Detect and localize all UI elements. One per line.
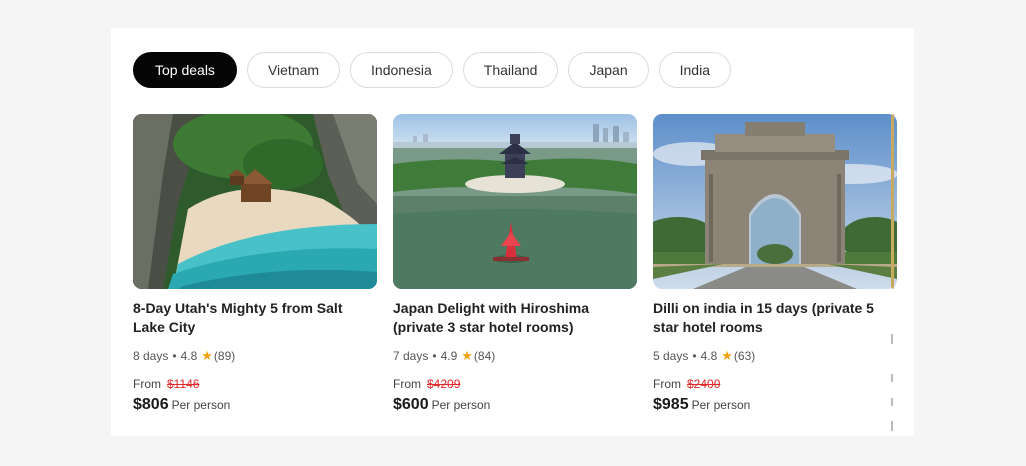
separator-dot: • [172, 349, 177, 363]
deal-review-count: (89) [213, 349, 236, 363]
tab-vietnam[interactable]: Vietnam [246, 52, 341, 88]
deal-meta: 5 days • 4.8 ★ (63) [653, 348, 897, 364]
deal-rating: 4.9 [440, 349, 458, 363]
price-unit: Per person [691, 398, 751, 412]
star-icon: ★ [461, 348, 473, 363]
tab-label: Vietnam [267, 62, 320, 78]
tab-thailand[interactable]: Thailand [462, 52, 559, 88]
deal-review-count: (84) [473, 349, 496, 363]
price-unit: Per person [431, 398, 491, 412]
japan-lake-pagoda-image[interactable] [393, 114, 637, 289]
deal-price-line: $806 Per person [133, 396, 377, 414]
deal-price-line: $600 Per person [393, 396, 637, 414]
price-unit: Per person [171, 398, 231, 412]
original-price: $2400 [687, 377, 721, 391]
tab-indonesia[interactable]: Indonesia [350, 52, 453, 88]
deals-panel: Top deals Vietnam Indonesia Thailand Jap… [111, 28, 914, 436]
star-icon: ★ [201, 348, 213, 363]
separator-dot: • [692, 349, 697, 363]
deal-price: $985 [653, 396, 689, 413]
deal-from-line: From $2400 [653, 377, 897, 391]
deal-meta: 7 days • 4.9 ★ (84) [393, 348, 637, 364]
star-icon: ★ [721, 348, 733, 363]
from-label: From [133, 377, 161, 391]
deal-card-utah[interactable]: 8-Day Utah's Mighty 5 from Salt Lake Cit… [133, 114, 377, 414]
deal-rating: 4.8 [180, 349, 198, 363]
original-price: $1146 [167, 377, 200, 391]
deal-title[interactable]: 8-Day Utah's Mighty 5 from Salt Lake Cit… [133, 299, 369, 337]
next-card-peek-text [891, 374, 893, 382]
next-card-peek[interactable] [891, 114, 894, 289]
deal-duration: 7 days [393, 349, 429, 363]
deal-meta: 8 days • 4.8 ★ (89) [133, 348, 377, 364]
deal-card-japan[interactable]: Japan Delight with Hiroshima (private 3 … [393, 114, 637, 414]
india-gate-image[interactable] [653, 114, 897, 289]
tab-label: Top deals [155, 62, 215, 78]
deal-title[interactable]: Japan Delight with Hiroshima (private 3 … [393, 299, 629, 337]
tab-label: Thailand [483, 62, 538, 78]
separator-dot: • [432, 349, 437, 363]
tab-label: Indonesia [371, 62, 432, 78]
from-label: From [653, 377, 681, 391]
tab-label: India [679, 62, 710, 78]
destination-tabs: Top deals Vietnam Indonesia Thailand Jap… [133, 52, 731, 88]
deal-card-india[interactable]: Dilli on india in 15 days (private 5 sta… [653, 114, 897, 414]
deal-from-line: From $1146 [133, 377, 377, 391]
deal-price: $806 [133, 396, 169, 413]
next-card-peek-text [891, 421, 893, 431]
tropical-beach-huts-image[interactable] [133, 114, 377, 289]
tab-india[interactable]: India [658, 52, 731, 88]
tab-top-deals[interactable]: Top deals [133, 52, 237, 88]
from-label: From [393, 377, 421, 391]
tab-label: Japan [589, 62, 628, 78]
deal-cards: 8-Day Utah's Mighty 5 from Salt Lake Cit… [133, 114, 914, 424]
original-price: $4209 [427, 377, 461, 391]
deal-duration: 5 days [653, 349, 689, 363]
deal-price: $600 [393, 396, 429, 413]
tab-japan[interactable]: Japan [568, 52, 649, 88]
deal-from-line: From $4209 [393, 377, 637, 391]
deal-review-count: (63) [733, 349, 756, 363]
deal-duration: 8 days [133, 349, 169, 363]
next-card-peek-text [891, 398, 893, 406]
deal-title[interactable]: Dilli on india in 15 days (private 5 sta… [653, 299, 889, 337]
next-card-peek-text [891, 334, 893, 344]
deal-rating: 4.8 [700, 349, 718, 363]
deal-price-line: $985 Per person [653, 396, 897, 414]
